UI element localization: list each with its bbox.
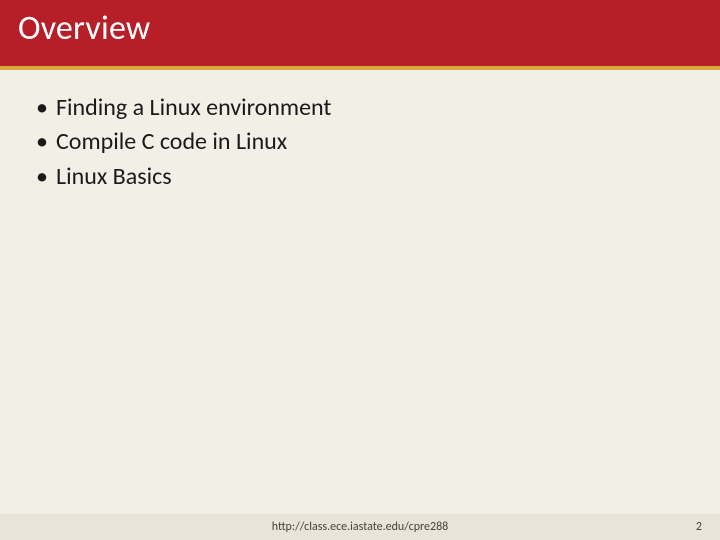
slide-title: Overview bbox=[18, 8, 702, 49]
slide-footer: http://class.ece.iastate.edu/cpre288 2 bbox=[0, 514, 720, 540]
bullet-text: Linux Basics bbox=[56, 162, 172, 191]
bullet-list: Finding a Linux environment Compile C co… bbox=[34, 92, 686, 193]
bullet-text: Compile C code in Linux bbox=[56, 127, 287, 156]
slide-content: Finding a Linux environment Compile C co… bbox=[0, 70, 720, 217]
list-item: Compile C code in Linux bbox=[34, 126, 686, 158]
footer-url: http://class.ece.iastate.edu/cpre288 bbox=[272, 520, 449, 534]
title-bar: Overview bbox=[0, 0, 720, 70]
list-item: Finding a Linux environment bbox=[34, 92, 686, 124]
bullet-text: Finding a Linux environment bbox=[56, 93, 331, 122]
list-item: Linux Basics bbox=[34, 161, 686, 193]
page-number: 2 bbox=[696, 520, 702, 534]
